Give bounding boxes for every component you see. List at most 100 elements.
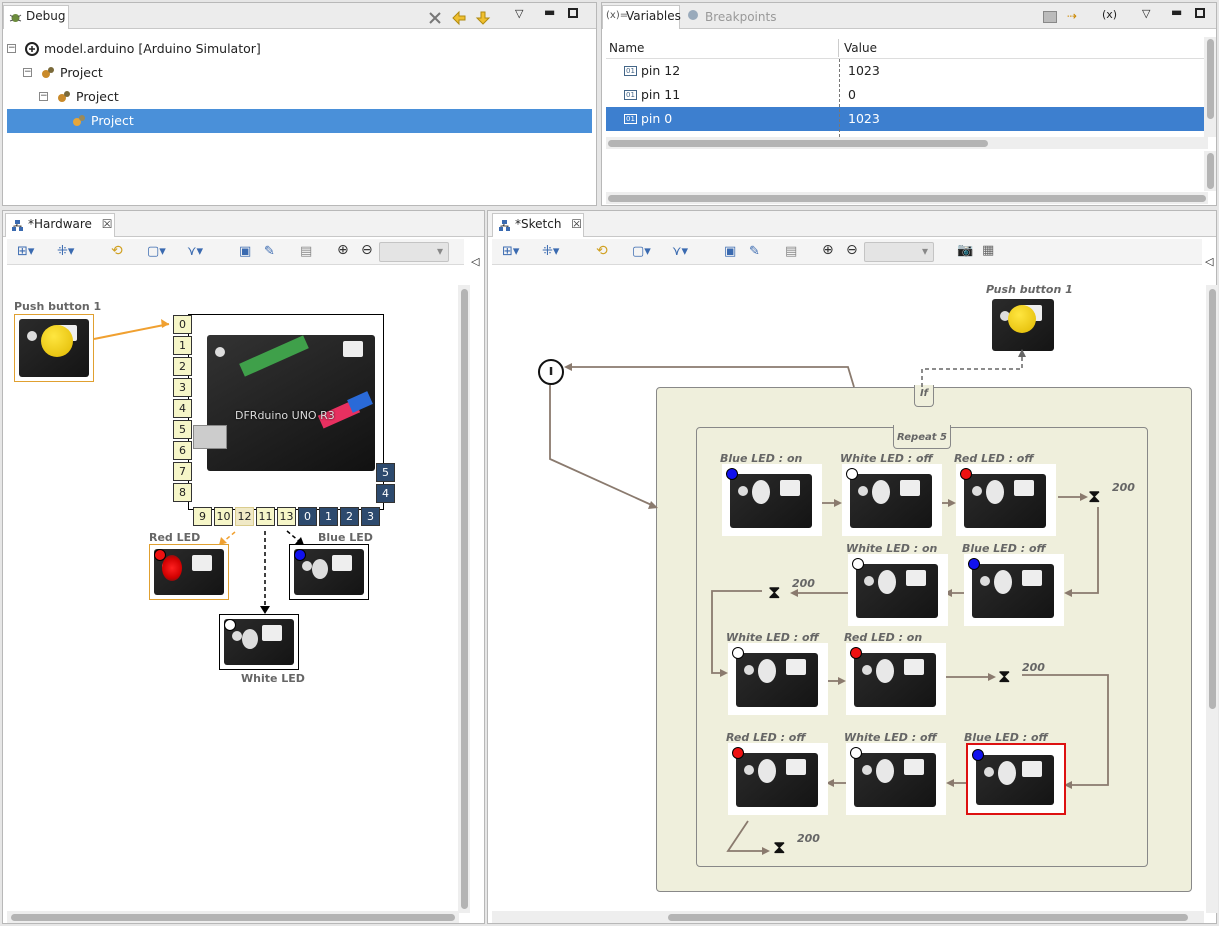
led-step-r4b[interactable]	[846, 743, 946, 815]
minimize-icon[interactable]: ▬	[544, 5, 555, 19]
variable-value[interactable]: 1023	[848, 107, 880, 131]
scroll-thumb[interactable]	[608, 195, 1206, 202]
remove-terminated-icon[interactable]	[427, 10, 443, 26]
led-state-dot	[154, 549, 166, 561]
led-step-r1b[interactable]	[842, 464, 942, 536]
detail-vscroll[interactable]	[1204, 151, 1216, 191]
sketch-hscroll[interactable]	[492, 911, 1204, 923]
tree-row-launch[interactable]: − model.arduino [Arduino Simulator]	[7, 37, 592, 61]
button-condition-link	[921, 353, 1023, 387]
hourglass-icon[interactable]: ⧗	[773, 837, 786, 859]
wait-duration: 200	[1022, 661, 1045, 674]
view-menu-icon[interactable]: ▽	[1142, 7, 1150, 20]
led-module-image	[730, 474, 812, 528]
variable-value[interactable]: 1023	[848, 59, 880, 83]
led-state-dot	[850, 747, 862, 759]
red-led-component[interactable]	[149, 544, 229, 600]
arrowhead	[988, 673, 996, 681]
variables-view: (x)= Variables Breakpoints ⇢ (x) ▽ ▬ Nam…	[601, 2, 1217, 206]
arrowhead	[564, 363, 572, 371]
variables-icon: (x)=	[606, 10, 629, 21]
show-type-icon[interactable]: ⇢	[1067, 9, 1077, 23]
led-state-dot	[850, 647, 862, 659]
led-step-r2b[interactable]	[964, 554, 1064, 626]
scroll-thumb[interactable]	[1209, 289, 1216, 709]
tree-row-project-2[interactable]: − Project	[7, 85, 592, 109]
scroll-thumb[interactable]	[1207, 39, 1214, 119]
scroll-thumb[interactable]	[668, 914, 1188, 921]
led-bulb	[242, 629, 258, 649]
arrowhead	[948, 499, 956, 507]
led-step-r3a[interactable]	[728, 643, 828, 715]
maximize-icon[interactable]	[568, 8, 578, 18]
variable-icon: 01	[624, 114, 637, 124]
variables-vscroll[interactable]	[1204, 37, 1216, 137]
variable-row[interactable]: 01 pin 11 0	[606, 83, 1206, 107]
col-divider[interactable]	[838, 39, 839, 57]
hardware-hscroll[interactable]	[7, 911, 459, 923]
led-module-image	[976, 755, 1054, 805]
hardware-editor: *Hardware ☒ ⊞▾ ⁜▾ ⟲ ▢▾ ⋎▾ ▣ ✎ ▤ ⊕ ⊖ ◁ Pu…	[2, 210, 485, 924]
variable-icon: 01	[624, 90, 637, 100]
scroll-thumb[interactable]	[461, 289, 468, 909]
palette-toggle-icon[interactable]: ◁	[471, 255, 479, 268]
arrowhead	[790, 589, 798, 597]
col-name-header[interactable]: Name	[609, 41, 644, 55]
tab-debug-label: Debug	[26, 9, 66, 23]
collapse-toggle[interactable]: −	[7, 44, 16, 53]
hourglass-icon[interactable]: ⧗	[768, 582, 781, 604]
variable-name: pin 11	[641, 87, 681, 102]
scroll-thumb[interactable]	[1207, 153, 1214, 189]
led-step-r4a[interactable]	[728, 743, 828, 815]
led-step-r2a[interactable]	[848, 554, 948, 626]
arrowhead	[720, 669, 728, 677]
variable-row[interactable]: 01 pin 12 1023	[606, 59, 1206, 83]
arrowhead	[946, 779, 954, 787]
led-step-r1a[interactable]	[722, 464, 822, 536]
logical-structure-icon[interactable]: (x)	[1102, 8, 1117, 21]
led-state-dot	[846, 468, 858, 480]
led-step-r1c[interactable]	[956, 464, 1056, 536]
hardware-vscroll[interactable]	[458, 285, 470, 913]
detail-hscroll[interactable]	[606, 192, 1208, 204]
tree-label: Project	[91, 113, 134, 128]
variables-hscroll[interactable]	[606, 137, 1208, 149]
tree-row-project-1[interactable]: − Project	[7, 61, 592, 85]
wait-duration: 200	[792, 577, 815, 590]
tab-variables[interactable]: (x)= Variables	[602, 5, 681, 29]
tree-row-project-3[interactable]: Project	[7, 109, 592, 133]
led-step-r3b[interactable]	[846, 643, 946, 715]
blue-led-component[interactable]	[289, 544, 369, 600]
scroll-thumb[interactable]	[608, 140, 988, 147]
tab-debug[interactable]: Debug	[3, 5, 69, 29]
previous-icon[interactable]	[451, 10, 467, 26]
arrowhead	[161, 319, 169, 328]
led-step-r4c[interactable]	[966, 743, 1066, 815]
view-menu-icon[interactable]: ▽	[515, 7, 523, 20]
led-module-image	[736, 653, 818, 707]
scroll-thumb[interactable]	[11, 914, 455, 921]
minimize-icon[interactable]: ▬	[1171, 5, 1182, 19]
maximize-icon[interactable]	[1195, 8, 1205, 18]
palette-toggle-icon[interactable]: ◁	[1205, 255, 1213, 268]
next-icon[interactable]	[475, 10, 491, 26]
variable-row-selected[interactable]: 01 pin 0 1023	[606, 107, 1206, 131]
led-bulb	[312, 559, 328, 579]
hourglass-icon[interactable]: ⧗	[998, 666, 1011, 688]
led-state-dot	[972, 749, 984, 761]
tree-label: Project	[76, 89, 119, 104]
arrowhead	[762, 847, 770, 855]
led-bulb	[872, 480, 890, 504]
led-module-image	[850, 474, 932, 528]
led-module-image	[964, 474, 1046, 528]
white-led-component[interactable]	[219, 614, 299, 670]
collapse-toggle[interactable]: −	[23, 68, 32, 77]
variable-value[interactable]: 0	[848, 83, 856, 107]
tab-breakpoints[interactable]: Breakpoints	[705, 10, 776, 24]
col-value-header[interactable]: Value	[844, 41, 877, 55]
collapse-all-icon[interactable]	[1043, 11, 1057, 23]
sketch-vscroll[interactable]	[1206, 285, 1218, 913]
collapse-toggle[interactable]: −	[39, 92, 48, 101]
pin12-to-red-led-wire	[222, 531, 236, 543]
hourglass-icon[interactable]: ⧗	[1088, 486, 1101, 508]
